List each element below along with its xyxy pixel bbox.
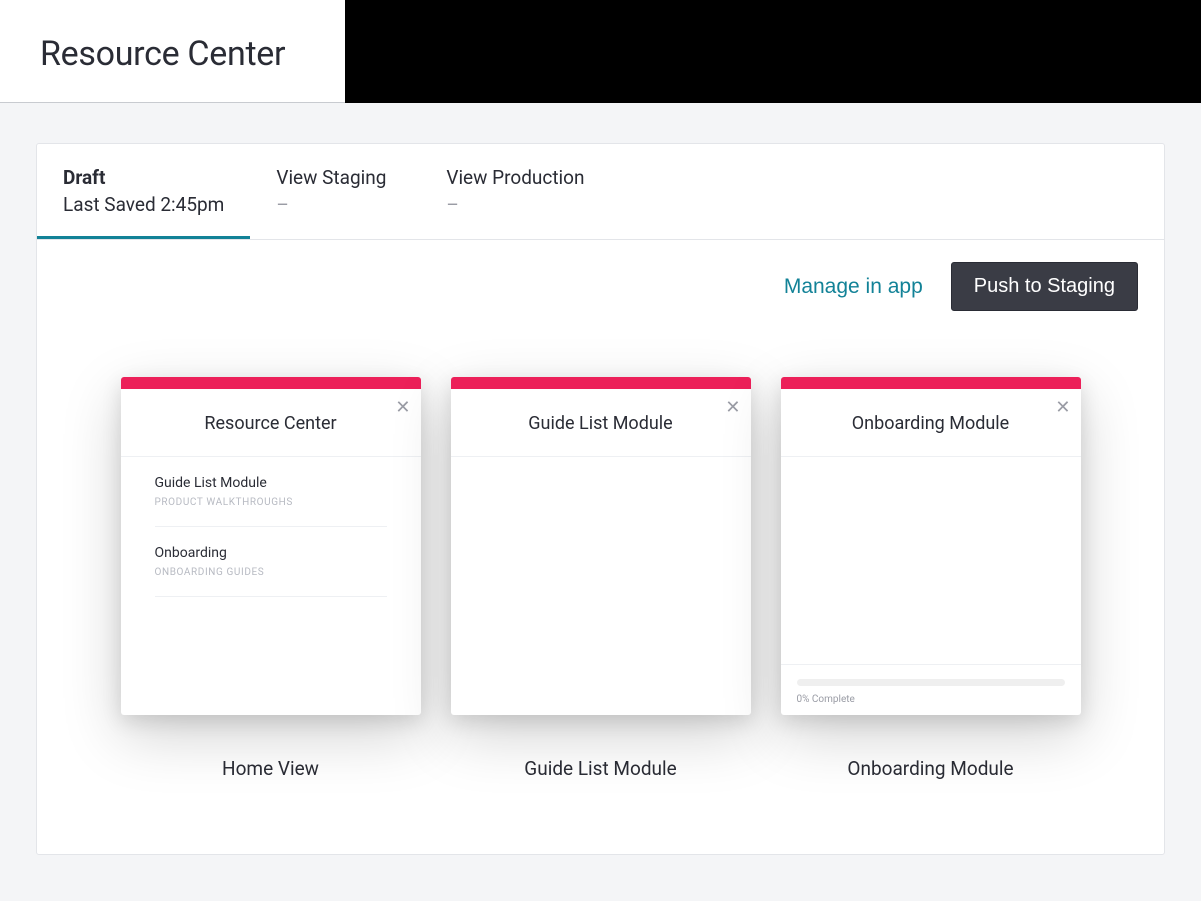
tab-title: View Staging	[276, 166, 394, 189]
actions-bar: Manage in app Push to Staging	[37, 240, 1164, 321]
tab-title: View Production	[446, 166, 584, 189]
card-caption: Home View	[222, 757, 319, 780]
module-item-title: Guide List Module	[155, 475, 387, 491]
page-body: Draft Last Saved 2:45pm View Staging – V…	[0, 103, 1201, 901]
card-caption: Onboarding Module	[847, 757, 1013, 780]
page-title: Resource Center	[40, 34, 285, 74]
tab-subtitle: Last Saved 2:45pm	[63, 193, 224, 216]
card-caption: Guide List Module	[524, 757, 676, 780]
card-column-guide-list: ✕ Guide List Module Guide List Module	[451, 377, 751, 780]
card-title: Resource Center	[121, 389, 421, 457]
tab-subtitle: –	[446, 193, 584, 216]
app-header: Resource Center	[0, 0, 1201, 103]
card-column-home: ✕ Resource Center Guide List Module PROD…	[121, 377, 421, 780]
manage-in-app-link[interactable]: Manage in app	[784, 275, 923, 299]
status-tabs: Draft Last Saved 2:45pm View Staging – V…	[37, 144, 1164, 240]
module-item-subtitle: ONBOARDING GUIDES	[155, 567, 387, 578]
close-icon[interactable]: ✕	[725, 399, 740, 417]
card-title: Onboarding Module	[781, 389, 1081, 457]
module-item-subtitle: PRODUCT WALKTHROUGHS	[155, 497, 387, 508]
cards-row: ✕ Resource Center Guide List Module PROD…	[37, 321, 1164, 810]
module-item-title: Onboarding	[155, 545, 387, 561]
module-item[interactable]: Onboarding ONBOARDING GUIDES	[155, 527, 387, 597]
tab-draft[interactable]: Draft Last Saved 2:45pm	[37, 144, 250, 239]
close-icon[interactable]: ✕	[395, 399, 410, 417]
main-panel: Draft Last Saved 2:45pm View Staging – V…	[36, 143, 1165, 855]
card-footer: 0% Complete	[781, 664, 1081, 715]
card-onboarding[interactable]: ✕ Onboarding Module 0% Complete	[781, 377, 1081, 715]
module-item[interactable]: Guide List Module PRODUCT WALKTHROUGHS	[155, 457, 387, 527]
card-guide-list[interactable]: ✕ Guide List Module	[451, 377, 751, 715]
push-to-staging-button[interactable]: Push to Staging	[951, 262, 1138, 311]
progress-bar	[797, 679, 1065, 686]
tab-title: Draft	[63, 166, 224, 189]
header-black-region	[345, 0, 1201, 103]
tab-subtitle: –	[276, 193, 394, 216]
progress-label: 0% Complete	[797, 694, 1065, 705]
card-home-view[interactable]: ✕ Resource Center Guide List Module PROD…	[121, 377, 421, 715]
card-column-onboarding: ✕ Onboarding Module 0% Complete Onboardi…	[781, 377, 1081, 780]
close-icon[interactable]: ✕	[1055, 399, 1070, 417]
card-title: Guide List Module	[451, 389, 751, 457]
tab-production[interactable]: View Production –	[420, 144, 610, 239]
card-body	[781, 457, 1081, 664]
card-body: Guide List Module PRODUCT WALKTHROUGHS O…	[121, 457, 421, 715]
tab-staging[interactable]: View Staging –	[250, 144, 420, 239]
card-body	[451, 457, 751, 715]
